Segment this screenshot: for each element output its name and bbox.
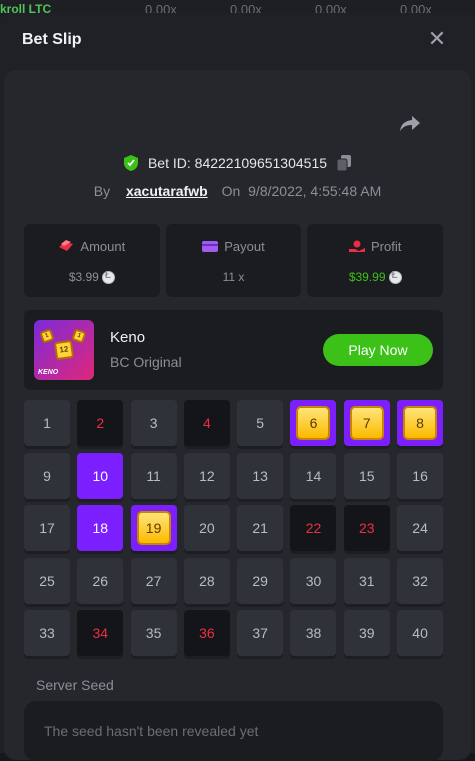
keno-board: 1234567891011121314151617181920212223242…: [24, 400, 443, 656]
keno-cell: 34: [77, 610, 123, 656]
keno-cell: 13: [237, 453, 283, 499]
payout-icon: [202, 240, 218, 253]
keno-gem-icon: 8: [403, 406, 437, 440]
keno-die: 1: [39, 328, 54, 343]
payout-label: Payout: [224, 239, 264, 254]
bet-details-card: Bet ID: 84222109651304515 By xacutarafwb…: [4, 70, 471, 760]
modal-title: Bet Slip: [22, 31, 82, 49]
keno-cell: 6: [290, 400, 336, 446]
keno-cell: 21: [237, 505, 283, 551]
username-link[interactable]: xacutarafwb: [126, 183, 208, 199]
on-label: On: [222, 183, 241, 199]
by-label: By: [94, 183, 110, 199]
bet-slip-modal: Bet Slip ✕ Bet ID: 84222109651304515 By …: [0, 13, 475, 753]
keno-die: 12: [54, 340, 74, 360]
keno-cell: 40: [397, 610, 443, 656]
keno-cell: 22: [290, 505, 336, 551]
payout-stat: Payout 11 x: [166, 224, 302, 297]
keno-cell: 25: [24, 558, 70, 604]
payout-value: 11 x: [166, 270, 302, 284]
amount-stat: Amount $3.99: [24, 224, 160, 297]
keno-cell: 2: [77, 400, 123, 446]
keno-game-icon: 12 1 1 KENO: [34, 320, 94, 380]
server-seed-label: Server Seed: [36, 677, 114, 693]
play-now-button[interactable]: Play Now: [323, 334, 433, 366]
profit-value: $39.99: [349, 270, 386, 284]
keno-cell: 14: [290, 453, 336, 499]
copy-icon[interactable]: [337, 155, 351, 174]
keno-cell: 8: [397, 400, 443, 446]
verified-shield-icon: [124, 155, 138, 174]
share-icon[interactable]: [399, 113, 421, 133]
keno-gem-icon: 7: [350, 406, 384, 440]
keno-cell: 17: [24, 505, 70, 551]
keno-cell: 15: [344, 453, 390, 499]
keno-cell: 12: [184, 453, 230, 499]
profit-stat: Profit $39.99: [307, 224, 443, 297]
ltc-coin-icon: [389, 271, 402, 284]
keno-cell: 19: [131, 505, 177, 551]
keno-cell: 36: [184, 610, 230, 656]
game-name: Keno: [110, 329, 145, 346]
keno-cell: 27: [131, 558, 177, 604]
keno-cell: 18: [77, 505, 123, 551]
keno-cell: 5: [237, 400, 283, 446]
keno-cell: 11: [131, 453, 177, 499]
game-subtitle: BC Original: [110, 354, 182, 370]
keno-cell: 24: [397, 505, 443, 551]
keno-gem-icon: 6: [296, 406, 330, 440]
keno-logo-text: KENO: [38, 369, 58, 376]
keno-cell: 20: [184, 505, 230, 551]
bet-id-row: Bet ID: 84222109651304515: [4, 155, 471, 174]
server-seed-field: The seed hasn't been revealed yet: [24, 701, 443, 761]
profit-icon: [349, 240, 365, 253]
keno-cell: 4: [184, 400, 230, 446]
keno-cell: 23: [344, 505, 390, 551]
keno-cell: 16: [397, 453, 443, 499]
keno-cell: 9: [24, 453, 70, 499]
amount-label: Amount: [80, 239, 125, 254]
bet-id: Bet ID: 84222109651304515: [148, 155, 327, 171]
keno-cell: 28: [184, 558, 230, 604]
keno-cell: 35: [131, 610, 177, 656]
keno-cell: 33: [24, 610, 70, 656]
bet-author-row: By xacutarafwb On 9/8/2022, 4:55:48 AM: [4, 183, 471, 199]
keno-cell: 26: [77, 558, 123, 604]
ltc-coin-icon: [102, 271, 115, 284]
profit-label: Profit: [371, 239, 401, 254]
keno-gem-icon: 19: [137, 511, 171, 545]
bet-stats: Amount $3.99 Payout 11 x Profit $39.99: [24, 224, 443, 297]
keno-cell: 37: [237, 610, 283, 656]
keno-cell: 30: [290, 558, 336, 604]
keno-die: 1: [71, 328, 86, 343]
keno-cell: 3: [131, 400, 177, 446]
amount-icon: [58, 240, 74, 253]
keno-cell: 39: [344, 610, 390, 656]
keno-cell: 29: [237, 558, 283, 604]
close-icon[interactable]: ✕: [427, 29, 447, 49]
keno-cell: 7: [344, 400, 390, 446]
bet-datetime: 9/8/2022, 4:55:48 AM: [248, 183, 381, 199]
keno-cell: 31: [344, 558, 390, 604]
keno-cell: 38: [290, 610, 336, 656]
keno-cell: 10: [77, 453, 123, 499]
game-card: 12 1 1 KENO Keno BC Original Play Now: [24, 310, 443, 390]
keno-cell: 1: [24, 400, 70, 446]
keno-cell: 32: [397, 558, 443, 604]
amount-value: $3.99: [69, 270, 99, 284]
